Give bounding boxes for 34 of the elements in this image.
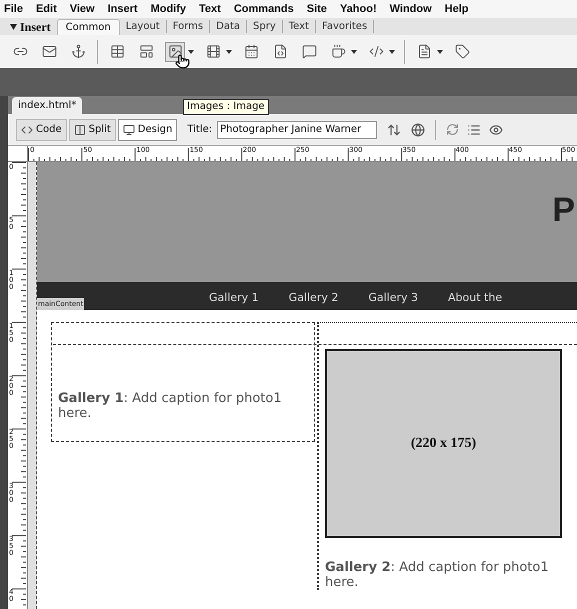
menu-item[interactable]: Text [199,0,221,18]
menu-item[interactable]: Yahoo! [340,0,377,18]
menu-item[interactable]: Window [390,0,432,18]
menu-item[interactable]: Help [444,0,469,18]
photo-caption: Gallery 1: Add caption for photo1 here. [58,391,283,421]
menu-item[interactable]: Commands [234,0,294,18]
view-button[interactable]: Design [118,118,178,140]
view-button[interactable]: Split [68,118,116,140]
menu-item[interactable]: Insert [108,0,138,18]
title-label: Title: [187,123,212,137]
photo-caption: Gallery 2: Add caption for photo1 here. [325,560,550,590]
document-tab[interactable]: index.html* [12,97,82,114]
tooltip: Images : Image [183,99,269,115]
insert-tab[interactable]: Common [56,19,120,35]
menu-item[interactable]: View [70,0,95,18]
menu-item[interactable]: Edit [36,0,57,18]
insert-tab[interactable]: Text [282,20,316,33]
menu-item[interactable]: File [4,0,23,18]
menu-item[interactable]: Site [306,0,327,18]
insert-panel-toggle[interactable]: Insert [10,18,51,36]
nav-link[interactable]: About the [448,290,502,306]
menu-item[interactable]: Modify [150,0,186,18]
insert-tab[interactable]: Layout [120,20,167,33]
title-field[interactable]: Photographer Janine Warner [217,120,378,138]
nav-link[interactable]: Gallery 1 [209,290,259,306]
insert-tab[interactable]: Favorites [316,20,374,33]
nav-link[interactable]: Gallery 2 [288,290,338,306]
view-button[interactable]: Code [16,118,67,140]
nav-link[interactable]: Gallery 3 [368,290,418,306]
insert-tab[interactable]: Spry [247,20,283,33]
image-placeholder[interactable]: (220 x 175) [325,349,562,538]
header-title: P [552,190,575,230]
insert-tab[interactable]: Data [210,20,248,33]
insert-tab[interactable]: Forms [166,20,210,33]
